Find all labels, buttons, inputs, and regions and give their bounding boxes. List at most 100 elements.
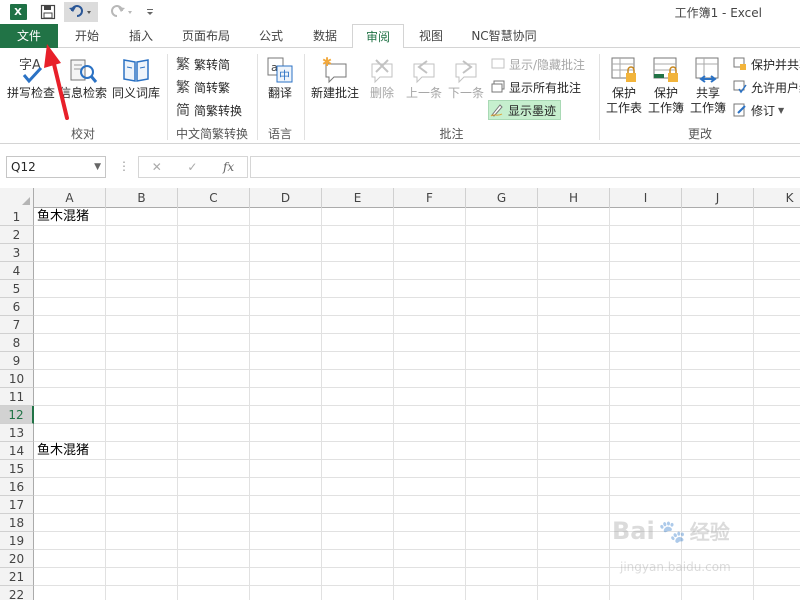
convert-chinese-button[interactable]: 简 简繁转换 bbox=[175, 100, 242, 120]
row-header-16[interactable]: 16 bbox=[0, 478, 34, 496]
row-header-18[interactable]: 18 bbox=[0, 514, 34, 532]
table-row[interactable] bbox=[34, 460, 800, 478]
research-label: 信息检索 bbox=[58, 86, 107, 100]
redo-icon[interactable] bbox=[106, 2, 136, 22]
new-comment-button[interactable]: ✱ 新建批注 bbox=[308, 54, 362, 101]
tab-file[interactable]: 文件 bbox=[0, 24, 58, 48]
table-row[interactable] bbox=[34, 316, 800, 334]
row-header-21[interactable]: 21 bbox=[0, 568, 34, 586]
spelling-button[interactable]: 字A 拼写检查 bbox=[6, 54, 56, 101]
translate-button[interactable]: a中 翻译 bbox=[262, 54, 298, 101]
column-header-e[interactable]: E bbox=[322, 188, 394, 208]
row-header-15[interactable]: 15 bbox=[0, 460, 34, 478]
tab-review[interactable]: 审阅 bbox=[352, 24, 404, 49]
cancel-icon[interactable]: ✕ bbox=[152, 160, 162, 174]
row-header-7[interactable]: 7 bbox=[0, 316, 34, 334]
formula-bar: Q12 ▼ ⋮ ✕ ✓ fx bbox=[0, 144, 800, 188]
tab-view[interactable]: 视图 bbox=[406, 24, 456, 48]
row-header-9[interactable]: 9 bbox=[0, 352, 34, 370]
insert-function-icon[interactable]: fx bbox=[223, 160, 234, 174]
table-row[interactable] bbox=[34, 226, 800, 244]
show-all-comments-button[interactable]: 显示所有批注 bbox=[490, 77, 581, 97]
name-box[interactable]: Q12 ▼ bbox=[6, 156, 106, 178]
column-header-f[interactable]: F bbox=[394, 188, 466, 208]
row-header-12[interactable]: 12 bbox=[0, 406, 34, 424]
thesaurus-button[interactable]: 同义词库 bbox=[110, 54, 162, 101]
row-header-5[interactable]: 5 bbox=[0, 280, 34, 298]
previous-comment-button[interactable]: 上一条 bbox=[404, 54, 444, 101]
row-header-3[interactable]: 3 bbox=[0, 244, 34, 262]
tab-home[interactable]: 开始 bbox=[62, 24, 112, 48]
table-row[interactable] bbox=[34, 352, 800, 370]
undo-icon[interactable] bbox=[64, 2, 98, 22]
table-row[interactable] bbox=[34, 370, 800, 388]
save-icon[interactable] bbox=[38, 2, 58, 22]
share-workbook-button[interactable]: 共享 工作簿 bbox=[688, 54, 728, 116]
column-header-b[interactable]: B bbox=[106, 188, 178, 208]
table-row[interactable] bbox=[34, 244, 800, 262]
formula-input[interactable] bbox=[250, 156, 800, 178]
row-header-20[interactable]: 20 bbox=[0, 550, 34, 568]
show-ink-button[interactable]: 显示墨迹 bbox=[488, 100, 562, 120]
cell-a1[interactable]: 鱼木混猪 bbox=[37, 208, 89, 226]
row-header-11[interactable]: 11 bbox=[0, 388, 34, 406]
row-header-6[interactable]: 6 bbox=[0, 298, 34, 316]
column-header-j[interactable]: J bbox=[682, 188, 754, 208]
enter-icon[interactable]: ✓ bbox=[187, 160, 197, 174]
table-row[interactable] bbox=[34, 298, 800, 316]
more-options-icon[interactable]: ⋮ bbox=[118, 159, 130, 173]
row-header-1[interactable]: 1 bbox=[0, 208, 34, 226]
row-header-2[interactable]: 2 bbox=[0, 226, 34, 244]
tab-page-layout[interactable]: 页面布局 bbox=[172, 24, 240, 48]
table-row[interactable] bbox=[34, 586, 800, 600]
next-comment-button[interactable]: 下一条 bbox=[446, 54, 486, 101]
row-header-14[interactable]: 14 bbox=[0, 442, 34, 460]
row-header-10[interactable]: 10 bbox=[0, 370, 34, 388]
track-changes-button[interactable]: 修订 ▼ bbox=[732, 100, 784, 120]
track-changes-icon bbox=[732, 102, 748, 118]
table-row[interactable] bbox=[34, 406, 800, 424]
column-header-a[interactable]: A bbox=[34, 188, 106, 208]
column-header-g[interactable]: G bbox=[466, 188, 538, 208]
row-header-22[interactable]: 22 bbox=[0, 586, 34, 600]
to-traditional-button[interactable]: 繁 简转繁 bbox=[175, 77, 230, 97]
row-header-4[interactable]: 4 bbox=[0, 262, 34, 280]
table-row[interactable] bbox=[34, 262, 800, 280]
previous-comment-label: 上一条 bbox=[405, 86, 442, 100]
chevron-down-icon[interactable]: ▼ bbox=[94, 157, 101, 177]
select-all-corner[interactable] bbox=[0, 188, 34, 208]
row-header-13[interactable]: 13 bbox=[0, 424, 34, 442]
row-header-8[interactable]: 8 bbox=[0, 334, 34, 352]
customize-icon[interactable] bbox=[142, 2, 158, 22]
table-row[interactable] bbox=[34, 388, 800, 406]
protect-workbook-button[interactable]: 保护 工作簿 bbox=[646, 54, 686, 116]
tab-nc-collab[interactable]: NC智慧协同 bbox=[462, 24, 546, 48]
column-header-i[interactable]: I bbox=[610, 188, 682, 208]
row-header-17[interactable]: 17 bbox=[0, 496, 34, 514]
tab-formulas[interactable]: 公式 bbox=[246, 24, 296, 48]
column-header-h[interactable]: H bbox=[538, 188, 610, 208]
table-row[interactable] bbox=[34, 478, 800, 496]
comments-group-label: 批注 bbox=[439, 127, 464, 141]
show-hide-comment-button[interactable]: 显示/隐藏批注 bbox=[490, 54, 585, 74]
table-row[interactable] bbox=[34, 208, 800, 226]
delete-comment-button[interactable]: 删除 bbox=[364, 54, 400, 101]
table-row[interactable] bbox=[34, 442, 800, 460]
table-row[interactable] bbox=[34, 424, 800, 442]
tab-data[interactable]: 数据 bbox=[300, 24, 350, 48]
row-header-19[interactable]: 19 bbox=[0, 532, 34, 550]
cell-a14[interactable]: 鱼木混猪 bbox=[37, 442, 89, 460]
table-row[interactable] bbox=[34, 496, 800, 514]
to-simplified-button[interactable]: 繁 繁转简 bbox=[175, 54, 230, 74]
protect-share-button[interactable]: 保护并共享 bbox=[732, 54, 800, 74]
column-header-k[interactable]: K bbox=[754, 188, 800, 208]
tab-insert[interactable]: 插入 bbox=[116, 24, 166, 48]
table-row[interactable] bbox=[34, 334, 800, 352]
column-header-c[interactable]: C bbox=[178, 188, 250, 208]
allow-users-button[interactable]: 允许用户编 bbox=[732, 77, 800, 97]
column-header-d[interactable]: D bbox=[250, 188, 322, 208]
research-button[interactable]: 信息检索 bbox=[58, 54, 108, 101]
grid-column-line bbox=[321, 208, 322, 600]
table-row[interactable] bbox=[34, 280, 800, 298]
protect-sheet-button[interactable]: 保护 工作表 bbox=[604, 54, 644, 116]
